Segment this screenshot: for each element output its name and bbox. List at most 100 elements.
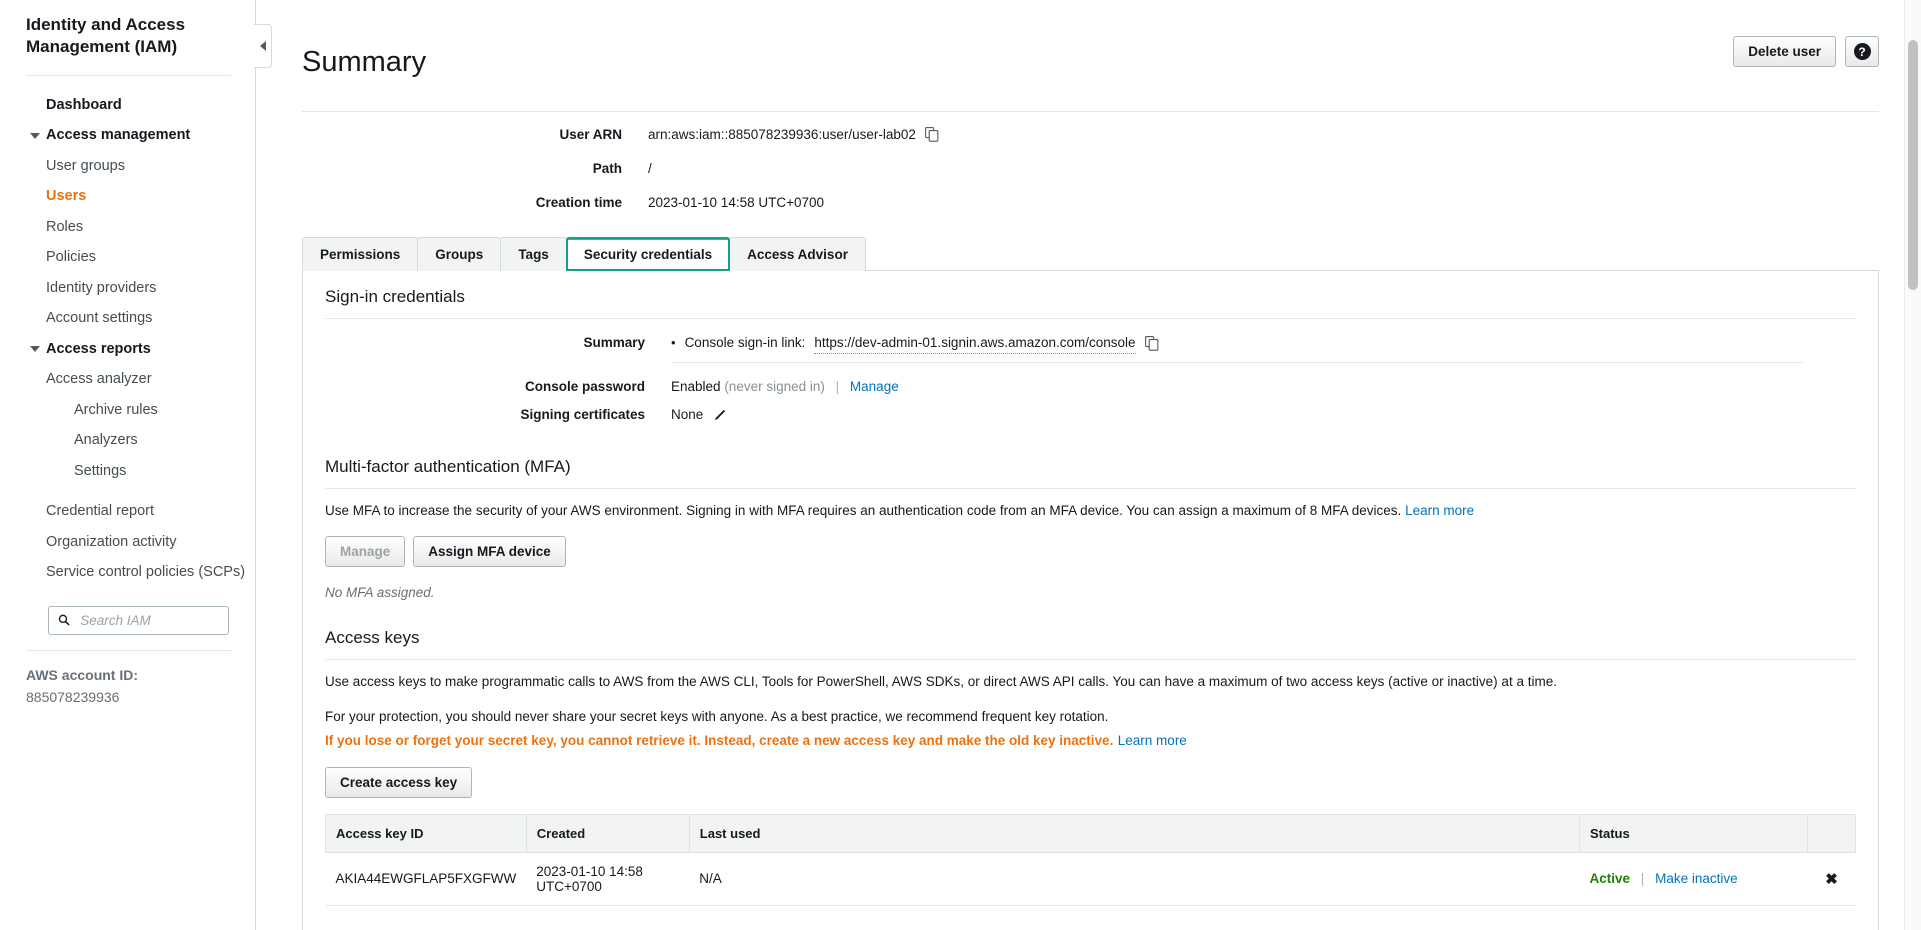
table-body: AKIA44EWGFLAP5FXGFWW 2023-01-10 14:58 UT… xyxy=(325,852,1856,906)
header-actions: Delete user ? xyxy=(1733,28,1879,67)
sidebar-item-roles[interactable]: Roles xyxy=(0,212,255,243)
copy-icon[interactable] xyxy=(1144,335,1159,351)
sidebar-item-label: Access management xyxy=(46,127,191,144)
sidebar-divider-top xyxy=(26,74,231,76)
sidebar-item-account-settings[interactable]: Account settings xyxy=(0,303,255,334)
sidebar-item-label: Identity providers xyxy=(46,279,157,296)
sidebar-item-identity-providers[interactable]: Identity providers xyxy=(0,273,255,304)
tab-access-advisor[interactable]: Access Advisor xyxy=(729,236,866,271)
search-input[interactable] xyxy=(78,611,219,629)
sidebar-item-label: Users xyxy=(46,188,87,205)
cell-access-key-id: AKIA44EWGFLAP5FXGFWW xyxy=(325,852,527,906)
sidebar-item-label: Policies xyxy=(46,249,96,266)
sidebar-item-dashboard[interactable]: Dashboard xyxy=(0,90,255,121)
sidebar-item-label: Analyzers xyxy=(74,432,138,449)
sidebar-group-access-reports[interactable]: Access reports xyxy=(0,334,255,365)
tab-permissions[interactable]: Permissions xyxy=(302,236,419,271)
field-label: Creation time xyxy=(535,194,622,210)
value-separator: | xyxy=(835,378,840,394)
help-button[interactable]: ? xyxy=(1845,36,1879,67)
chevron-down-icon xyxy=(30,132,40,139)
vertical-scrollbar[interactable] xyxy=(1904,0,1921,930)
tab-groups[interactable]: Groups xyxy=(417,236,502,271)
sidebar-item-analyzers[interactable]: Analyzers xyxy=(0,425,255,456)
field-creation-time: Creation time 2023-01-10 14:58 UTC+0700 xyxy=(280,194,1897,212)
mfa-learn-more-link[interactable]: Learn more xyxy=(1405,503,1474,518)
table-header-row: Access key ID Created Last used Status xyxy=(325,813,1856,853)
sidebar-item-user-groups[interactable]: User groups xyxy=(0,151,255,182)
console-password-note: (never signed in) xyxy=(724,378,825,394)
mfa-actions: Manage Assign MFA device xyxy=(325,536,1856,568)
field-value: arn:aws:iam::885078239936:user/user-lab0… xyxy=(648,126,916,142)
scrollbar-thumb[interactable] xyxy=(1908,40,1918,290)
row-value: Enabled (never signed in) | Manage xyxy=(671,377,1856,397)
access-keys-description: Use access keys to make programmatic cal… xyxy=(325,674,1557,690)
manage-password-link[interactable]: Manage xyxy=(850,379,899,394)
column-header-actions xyxy=(1807,813,1856,853)
access-keys-table: Access key ID Created Last used Status A… xyxy=(325,813,1856,906)
sidebar-title: Identity and Access Management (IAM) xyxy=(26,15,186,57)
aws-account-block: AWS account ID: 885078239936 xyxy=(0,651,255,705)
tab-security-credentials[interactable]: Security credentials xyxy=(565,236,731,271)
column-header-status: Status xyxy=(1579,813,1808,853)
edit-pencil-icon[interactable] xyxy=(714,407,727,427)
sidebar-search-wrapper xyxy=(0,588,255,635)
table-head: Access key ID Created Last used Status xyxy=(325,813,1856,853)
sidebar-item-settings[interactable]: Settings xyxy=(0,456,255,487)
field-label: Path xyxy=(592,160,622,176)
field-value: 2023-01-10 14:58 UTC+0700 xyxy=(648,194,825,210)
access-keys-learn-more-link[interactable]: Learn more xyxy=(1118,733,1187,748)
field-user-arn: User ARN arn:aws:iam::885078239936:user/… xyxy=(280,126,1897,144)
sidebar-item-access-analyzer[interactable]: Access analyzer xyxy=(0,364,255,395)
assign-mfa-device-button[interactable]: Assign MFA device xyxy=(413,536,566,568)
sidebar-item-label: Settings xyxy=(74,462,127,479)
make-inactive-link[interactable]: Make inactive xyxy=(1655,871,1738,886)
tab-tags[interactable]: Tags xyxy=(500,236,567,271)
delete-user-button[interactable]: Delete user xyxy=(1733,36,1836,67)
sidebar-item-service-control-policies[interactable]: Service control policies (SCPs) xyxy=(0,557,255,588)
chevron-down-icon xyxy=(30,346,40,353)
chevron-left-icon xyxy=(259,41,266,51)
field-path: Path / xyxy=(280,160,1897,178)
sidebar-item-credential-report[interactable]: Credential report xyxy=(0,496,255,527)
sidebar-item-label: Access reports xyxy=(46,340,151,357)
field-value-wrapper: / xyxy=(648,160,652,178)
sidebar-group-access-management[interactable]: Access management xyxy=(0,120,255,151)
row-label: Summary xyxy=(583,334,645,350)
table-row: AKIA44EWGFLAP5FXGFWW 2023-01-10 14:58 UT… xyxy=(325,852,1856,906)
row-signing-certificates: Signing certificates None xyxy=(325,405,1856,427)
sidebar-item-label: Dashboard xyxy=(46,96,122,113)
row-value: • Console sign-in link: https://dev-admi… xyxy=(671,333,1856,363)
field-value-wrapper: arn:aws:iam::885078239936:user/user-lab0… xyxy=(648,126,939,144)
signin-link-underline xyxy=(671,361,1803,363)
row-value: None xyxy=(671,405,1856,427)
access-keys-warning-wrapper: If you lose or forget your secret key, y… xyxy=(325,731,1856,751)
row-summary-signin-link: Summary • Console sign-in link: https://… xyxy=(325,333,1856,363)
column-header-access-key-id: Access key ID xyxy=(325,813,527,853)
copy-icon[interactable] xyxy=(924,127,939,142)
bullet-dot-icon: • xyxy=(671,335,676,351)
sidebar-item-label: Roles xyxy=(46,218,84,235)
cell-last-used: N/A xyxy=(689,852,1580,906)
summary-fields: User ARN arn:aws:iam::885078239936:user/… xyxy=(280,112,1897,212)
page-title: Summary xyxy=(302,46,427,79)
aws-account-label: AWS account ID: xyxy=(26,666,139,683)
field-value: / xyxy=(648,160,652,176)
manage-mfa-button[interactable]: Manage xyxy=(325,536,406,568)
search-box[interactable] xyxy=(48,605,229,635)
mfa-description: Use MFA to increase the security of your… xyxy=(325,502,1402,518)
sidebar-item-policies[interactable]: Policies xyxy=(0,242,255,273)
sidebar-item-organization-activity[interactable]: Organization activity xyxy=(0,527,255,558)
signin-link-prefix: Console sign-in link: xyxy=(684,335,806,351)
row-label: Signing certificates xyxy=(520,406,645,422)
sidebar: Identity and Access Management (IAM) Das… xyxy=(0,0,272,930)
delete-access-key-icon[interactable]: ✖ xyxy=(1825,871,1838,888)
console-signin-link[interactable]: https://dev-admin-01.signin.aws.amazon.c… xyxy=(814,333,1136,354)
sidebar-item-archive-rules[interactable]: Archive rules xyxy=(0,395,255,426)
sidebar-item-users[interactable]: Users xyxy=(0,181,255,212)
console-password-state: Enabled xyxy=(671,378,721,394)
sidebar-collapse-button[interactable] xyxy=(254,24,272,68)
create-access-key-button[interactable]: Create access key xyxy=(325,766,473,798)
security-credentials-panel: Sign-in credentials Summary • Console si… xyxy=(302,269,1879,930)
sidebar-item-label: Access analyzer xyxy=(46,371,152,388)
